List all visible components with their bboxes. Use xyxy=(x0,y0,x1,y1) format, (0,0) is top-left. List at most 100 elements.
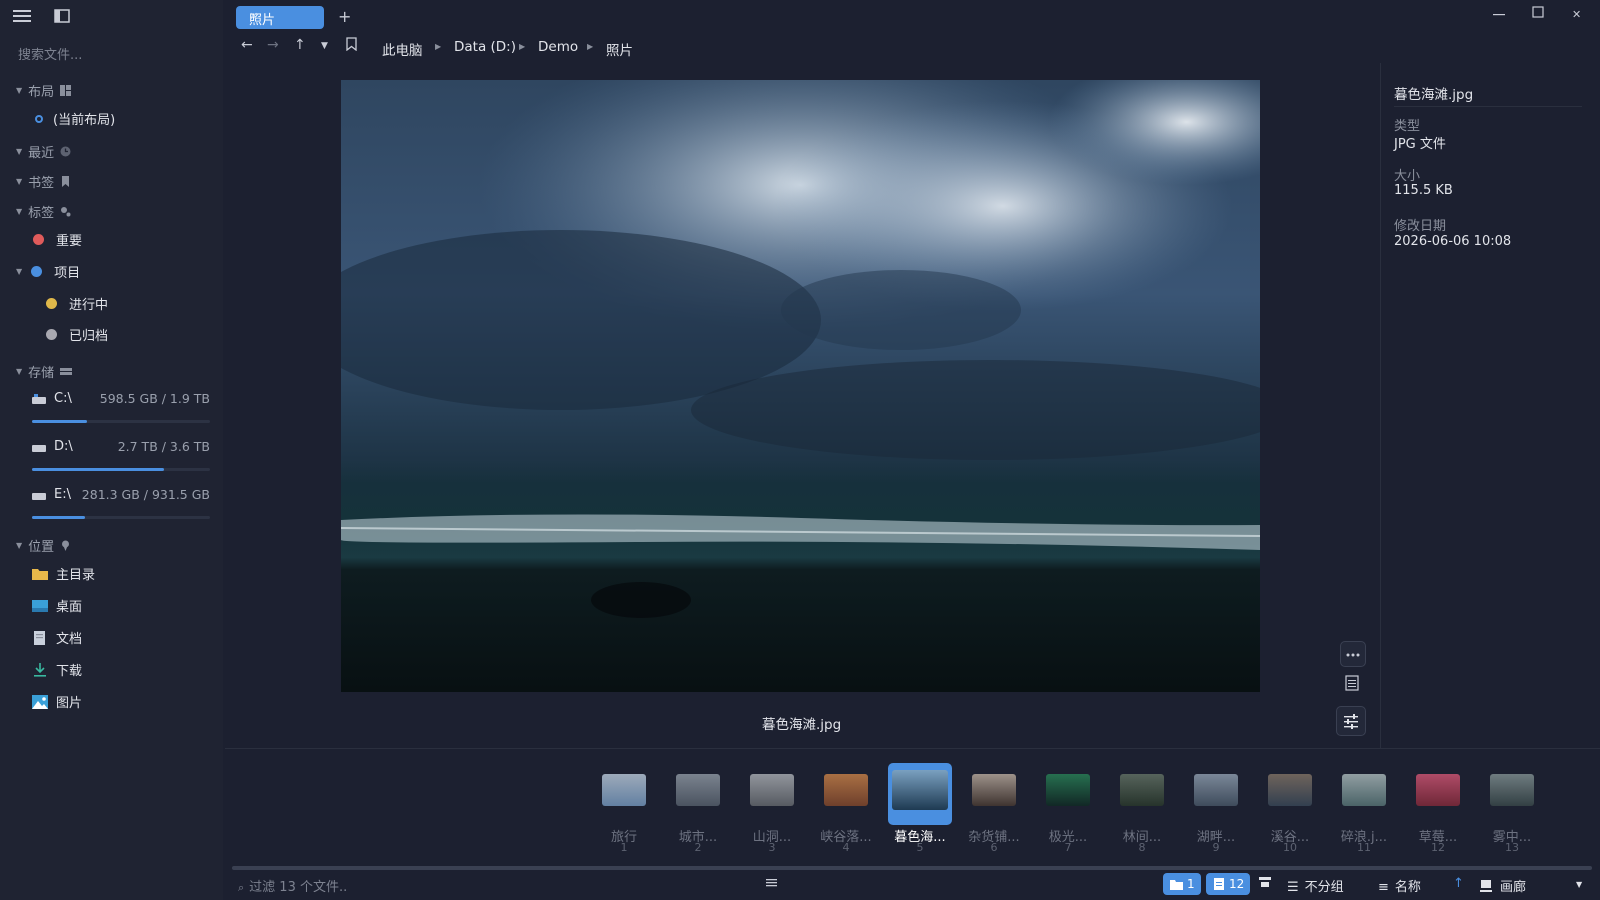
breadcrumb-separator-icon: ▶ xyxy=(435,42,442,51)
bookmark-page-icon[interactable] xyxy=(346,37,357,55)
close-tab-icon[interactable]: ✕ xyxy=(249,10,306,23)
forward-icon[interactable]: → xyxy=(267,37,279,53)
breadcrumb-item[interactable]: Demo xyxy=(538,39,578,55)
section-bookmarks[interactable]: ▼ 书签 xyxy=(16,172,71,191)
thumbnail-number: 4 xyxy=(842,841,850,854)
new-tab-button[interactable]: + xyxy=(338,7,351,26)
back-icon[interactable]: ← xyxy=(241,37,253,53)
drive-usage-bar xyxy=(32,420,210,423)
thumbnail-item[interactable]: 湖畔... 9 xyxy=(1184,749,1248,854)
up-icon[interactable]: ↑ xyxy=(294,37,306,53)
close-window-icon[interactable]: ✕ xyxy=(1572,8,1581,21)
breadcrumb-item[interactable]: 照片 xyxy=(606,39,633,59)
section-locations[interactable]: ▼ 位置 xyxy=(16,536,71,555)
collapse-triangle-icon: ▼ xyxy=(16,86,23,95)
thumbnail-number: 9 xyxy=(1212,841,1220,854)
sidebar-toggle-icon[interactable] xyxy=(54,8,72,24)
section-layout[interactable]: ▼ 布局 xyxy=(16,81,72,100)
radio-icon xyxy=(35,114,43,123)
drive-usage-bar xyxy=(32,468,210,471)
thumbnail-item[interactable]: 草莓... 12 xyxy=(1406,749,1470,854)
filter-options-icon[interactable] xyxy=(766,877,777,892)
folder-count-badge[interactable]: 1 xyxy=(1163,873,1201,895)
location-home[interactable]: 主目录 xyxy=(32,564,95,583)
details-modified-label: 修改日期 xyxy=(1394,219,1447,234)
thumbnail-image xyxy=(1046,774,1090,806)
drive-icon xyxy=(32,441,46,452)
section-recent[interactable]: ▼ 最近 xyxy=(16,142,71,161)
thumbnail-item[interactable]: 山洞... 3 xyxy=(740,749,804,854)
tag-icon xyxy=(60,206,71,217)
thumbnail-item[interactable]: 溪谷... 10 xyxy=(1258,749,1322,854)
current-layout-item[interactable]: (当前布局) xyxy=(35,109,115,128)
thumbnail-image xyxy=(750,774,794,806)
pictures-icon xyxy=(32,694,48,709)
location-desktop[interactable]: 桌面 xyxy=(32,596,82,615)
details-type-value: JPG 文件 xyxy=(1394,137,1446,152)
thumbnail-number: 5 xyxy=(916,841,924,854)
horizontal-scrollbar[interactable] xyxy=(232,866,1592,870)
tag-color-dot xyxy=(33,234,44,245)
group-selector[interactable]: ☰ 不分组 xyxy=(1287,876,1344,895)
thumbnail-item[interactable]: 极光... 7 xyxy=(1036,749,1100,854)
tag-item-archived[interactable]: 已归档 xyxy=(46,325,108,344)
thumbnail-number: 8 xyxy=(1138,841,1146,854)
thumbnail-number: 10 xyxy=(1283,841,1297,854)
gallery-icon xyxy=(1480,880,1492,892)
thumbnail-image xyxy=(1268,774,1312,806)
preview-image xyxy=(341,80,1260,692)
breadcrumb-item[interactable]: Data (D:) xyxy=(454,39,516,55)
details-modified-value: 2026-06-06 10:08 xyxy=(1394,234,1512,249)
view-dropdown-icon[interactable]: ▼ xyxy=(1576,880,1582,889)
tag-item-in-progress[interactable]: 进行中 xyxy=(46,294,108,313)
thumbnail-item[interactable]: 林间... 8 xyxy=(1110,749,1174,854)
adjust-settings-button[interactable] xyxy=(1336,706,1366,736)
file-count-badge[interactable]: 12 xyxy=(1206,873,1250,895)
folder-icon xyxy=(32,567,48,581)
thumbnail-item[interactable]: 杂货铺... 6 xyxy=(962,749,1026,854)
minimize-icon[interactable] xyxy=(1493,6,1505,22)
location-downloads[interactable]: 下载 xyxy=(32,660,82,679)
tag-item-important[interactable]: 重要 xyxy=(33,230,82,249)
location-pictures[interactable]: 图片 xyxy=(32,692,82,711)
storage-icon xyxy=(60,366,73,377)
thumbnail-number: 12 xyxy=(1431,841,1445,854)
thumbnail-image xyxy=(1194,774,1238,806)
section-storage[interactable]: ▼ 存储 xyxy=(16,362,73,381)
location-documents[interactable]: 文档 xyxy=(32,628,82,647)
thumbnail-item[interactable]: 碎浪.j... 11 xyxy=(1332,749,1396,854)
document-icon xyxy=(32,630,48,645)
thumbnail-item[interactable]: 暮色海... 5 xyxy=(888,749,952,854)
view-selector[interactable]: 画廊 xyxy=(1480,876,1526,895)
tab-photos[interactable]: 照片 ✕ xyxy=(236,6,324,29)
filter-input[interactable]: ⌕ 过滤 13 个文件.. xyxy=(238,876,347,895)
details-filename: 暮色海滩.jpg xyxy=(1394,87,1474,103)
more-options-button[interactable] xyxy=(1340,641,1366,667)
thumbnail-strip: 旅行 1 城市... 2 山洞... 3 峡谷落... 4 暮色海... 5 杂货铺... 6 极光..… xyxy=(225,748,1600,864)
thumbnail-image xyxy=(602,774,646,806)
section-tags[interactable]: ▼ 标签 xyxy=(16,202,71,221)
sort-direction-icon[interactable]: ↑ xyxy=(1453,876,1464,891)
thumbnail-item[interactable]: 雾中... 13 xyxy=(1480,749,1544,854)
search-icon: ⌕ xyxy=(238,881,245,894)
maximize-icon[interactable] xyxy=(1532,6,1544,22)
details-panel-icon[interactable] xyxy=(1340,671,1364,695)
breadcrumb-item[interactable]: 此电脑 xyxy=(382,39,423,59)
thumbnail-image xyxy=(972,774,1016,806)
thumbnail-item[interactable]: 旅行 1 xyxy=(592,749,656,854)
thumbnail-image xyxy=(1120,774,1164,806)
thumbnail-number: 1 xyxy=(620,841,628,854)
sort-selector[interactable]: ≡ 名称 xyxy=(1378,876,1421,895)
view-mode-icon[interactable] xyxy=(1259,876,1271,892)
tag-item-project[interactable]: ▼ 项目 xyxy=(16,262,80,281)
breadcrumb-separator-icon: ▶ xyxy=(587,42,594,51)
thumbnail-item[interactable]: 峡谷落... 4 xyxy=(814,749,878,854)
thumbnail-item[interactable]: 城市... 2 xyxy=(666,749,730,854)
search-input[interactable]: 搜索文件... xyxy=(18,44,82,63)
menu-icon[interactable] xyxy=(13,8,31,24)
preview-caption: 暮色海滩.jpg xyxy=(762,717,842,733)
history-dropdown-icon[interactable]: ▼ xyxy=(321,41,328,51)
pin-icon xyxy=(60,540,71,551)
thumbnail-number: 6 xyxy=(990,841,998,854)
drive-icon xyxy=(32,393,46,404)
